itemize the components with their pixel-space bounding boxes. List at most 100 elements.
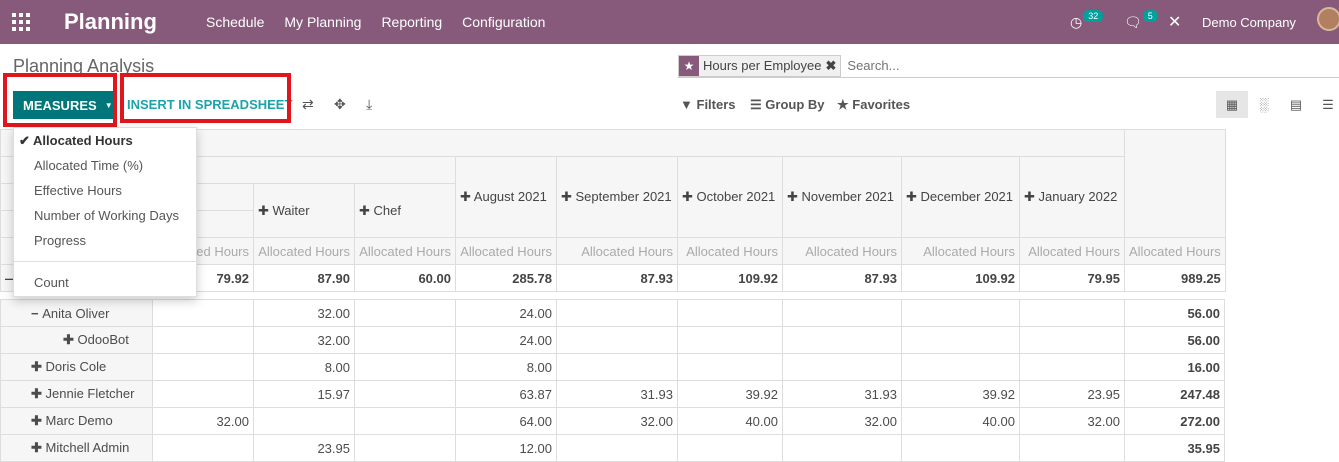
measure-option-working-days[interactable]: Number of Working Days	[14, 203, 196, 228]
graph-view-icon[interactable]: ░	[1248, 91, 1280, 118]
search-input[interactable]	[847, 58, 1248, 73]
cell[interactable]: 32.00	[253, 299, 355, 327]
measure-header[interactable]: Allocated Hours	[782, 237, 902, 265]
measure-header[interactable]: Allocated Hours	[677, 237, 783, 265]
cell[interactable]	[152, 380, 254, 408]
cell[interactable]	[1019, 326, 1125, 354]
menu-configuration[interactable]: Configuration	[462, 14, 545, 30]
cell[interactable]	[354, 326, 456, 354]
debug-tools-icon[interactable]: ✕	[1168, 0, 1181, 44]
cell[interactable]	[354, 434, 456, 462]
filters-button[interactable]: ▼ Filters	[680, 97, 736, 112]
download-icon[interactable]: ⤓	[366, 96, 372, 113]
flip-axis-icon[interactable]: ⇄	[302, 96, 314, 113]
cell[interactable]: 989.25	[1124, 264, 1226, 292]
cell[interactable]: 31.93	[782, 380, 902, 408]
cell[interactable]	[152, 353, 254, 381]
activity-button[interactable]: ◷ 32	[1070, 0, 1104, 44]
measure-option-count[interactable]: Count	[14, 270, 196, 295]
measure-header[interactable]: Allocated Hours	[901, 237, 1020, 265]
cell[interactable]: 109.92	[901, 264, 1020, 292]
col-header-total[interactable]: al	[152, 129, 1125, 157]
menu-reporting[interactable]: Reporting	[381, 14, 442, 30]
measure-header[interactable]: Allocated Hours	[354, 237, 456, 265]
cell[interactable]: 56.00	[1124, 299, 1225, 327]
cell[interactable]: 272.00	[1124, 407, 1225, 435]
cell[interactable]: 87.90	[253, 264, 355, 292]
measure-header[interactable]: Allocated Hours	[1019, 237, 1125, 265]
col-header-month[interactable]: ✚ October 2021	[677, 156, 783, 238]
list-view-icon[interactable]: ☰	[1312, 91, 1339, 118]
cell[interactable]	[152, 299, 254, 327]
cell[interactable]: 8.00	[253, 353, 355, 381]
measure-option-allocated-time[interactable]: Allocated Time (%)	[14, 153, 196, 178]
col-header-month[interactable]: ✚ December 2021	[901, 156, 1020, 238]
cell[interactable]	[782, 299, 902, 327]
row-header[interactable]: ✚ Jennie Fletcher	[0, 380, 153, 408]
measure-option-progress[interactable]: Progress	[14, 228, 196, 253]
col-header-year[interactable]: 2021	[152, 156, 456, 184]
cell[interactable]: 39.92	[677, 380, 783, 408]
measure-header[interactable]: Allocated Hours	[1124, 237, 1226, 265]
search-facet[interactable]: ★ Hours per Employee ✖	[678, 54, 842, 77]
row-header[interactable]: − Anita Oliver	[0, 299, 153, 327]
col-header-month[interactable]: ✚ August 2021	[455, 156, 557, 238]
cell[interactable]	[782, 326, 902, 354]
cell[interactable]	[556, 353, 678, 381]
cell[interactable]	[152, 326, 254, 354]
col-header-month[interactable]: ✚ September 2021	[556, 156, 678, 238]
cell[interactable]	[354, 353, 456, 381]
cell[interactable]: 15.97	[253, 380, 355, 408]
favorites-button[interactable]: ★ Favorites	[837, 97, 910, 113]
cell[interactable]: 39.92	[901, 380, 1020, 408]
cell[interactable]	[354, 407, 456, 435]
measure-option-effective-hours[interactable]: Effective Hours	[14, 178, 196, 203]
cell[interactable]: 79.95	[1019, 264, 1125, 292]
cell[interactable]: 109.92	[677, 264, 783, 292]
cell[interactable]: 23.95	[1019, 380, 1125, 408]
cell[interactable]: 64.00	[455, 407, 557, 435]
cell[interactable]: 8.00	[455, 353, 557, 381]
apps-menu-icon[interactable]	[12, 13, 30, 31]
menu-my-planning[interactable]: My Planning	[284, 14, 361, 30]
col-header-month[interactable]: ✚ November 2021	[782, 156, 902, 238]
cell[interactable]	[782, 434, 902, 462]
cell[interactable]	[901, 353, 1020, 381]
cell[interactable]	[677, 326, 783, 354]
row-header[interactable]: ✚ OdooBot	[0, 326, 153, 354]
cell[interactable]: 31.93	[556, 380, 678, 408]
cell[interactable]: 32.00	[1019, 407, 1125, 435]
cell[interactable]	[354, 380, 456, 408]
row-header[interactable]: ✚ Mitchell Admin	[0, 434, 153, 462]
cell[interactable]	[677, 353, 783, 381]
pivot-view-icon[interactable]: ▦	[1216, 91, 1248, 118]
expand-all-icon[interactable]: ✥	[334, 96, 346, 113]
cell[interactable]	[1019, 353, 1125, 381]
cell[interactable]	[782, 353, 902, 381]
cell[interactable]	[152, 434, 254, 462]
cell[interactable]: 60.00	[354, 264, 456, 292]
company-switcher[interactable]: Demo Company	[1202, 0, 1296, 44]
groupby-button[interactable]: ☰ Group By	[750, 97, 825, 113]
cell[interactable]: 40.00	[901, 407, 1020, 435]
cell[interactable]	[556, 434, 678, 462]
measure-header[interactable]: Allocated Hours	[556, 237, 678, 265]
cell[interactable]	[556, 326, 678, 354]
col-header-waiter[interactable]: ✚ Waiter	[253, 183, 355, 238]
cell[interactable]: 32.00	[782, 407, 902, 435]
cell[interactable]: 24.00	[455, 326, 557, 354]
gantt-view-icon[interactable]: ▤	[1280, 91, 1312, 118]
row-header[interactable]: ✚ Doris Cole	[0, 353, 153, 381]
cell[interactable]	[556, 299, 678, 327]
cell[interactable]: 40.00	[677, 407, 783, 435]
cell[interactable]: 16.00	[1124, 353, 1225, 381]
messaging-button[interactable]: 🗨 5	[1124, 0, 1158, 44]
cell[interactable]: 32.00	[152, 407, 254, 435]
cell[interactable]	[677, 299, 783, 327]
menu-schedule[interactable]: Schedule	[206, 14, 264, 30]
cell[interactable]: 285.78	[455, 264, 557, 292]
cell[interactable]	[901, 299, 1020, 327]
col-header-month[interactable]: ✚ January 2022	[1019, 156, 1125, 238]
app-brand[interactable]: Planning	[64, 9, 157, 35]
cell[interactable]: 23.95	[253, 434, 355, 462]
